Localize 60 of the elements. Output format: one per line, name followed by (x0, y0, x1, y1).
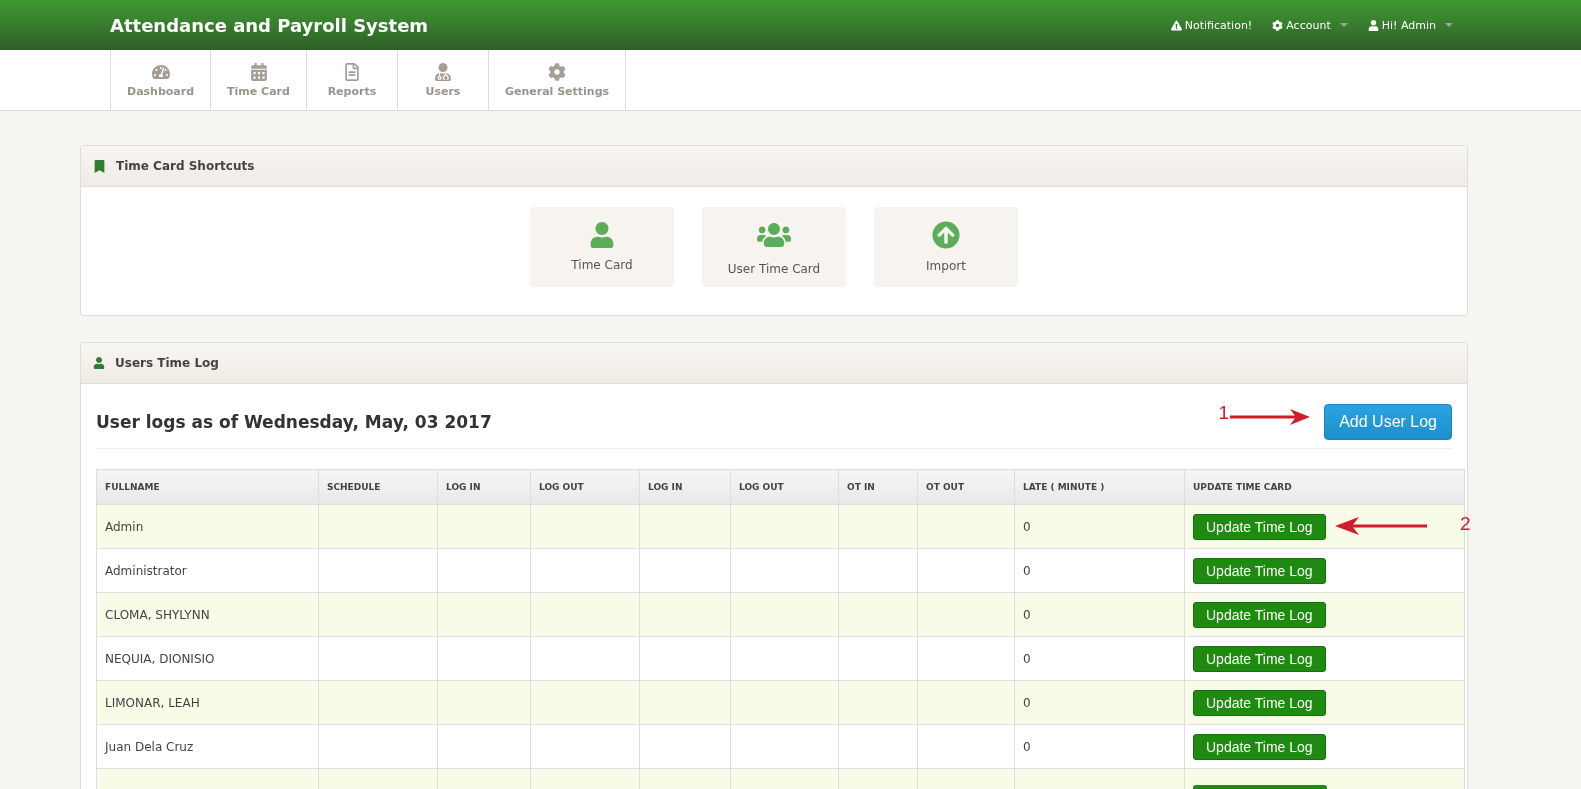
gauge-icon (151, 62, 170, 81)
panel-title: Users Time Log (115, 356, 219, 370)
nav-tab[interactable]: Users (396, 50, 488, 110)
table-cell: Administrator (105, 563, 187, 578)
bookmark-icon (93, 159, 106, 173)
column-header: LOG OUT (530, 469, 640, 505)
user-icon (1367, 19, 1379, 31)
nav-tab[interactable]: Dashboard (110, 50, 211, 110)
caret-icon (1339, 23, 1348, 27)
log-heading: User logs as of Wednesday, May, 03 2017 (96, 412, 492, 432)
warning-icon (1170, 19, 1182, 31)
column-header: UPDATE TIME CARD (1184, 469, 1465, 505)
annotation-number: 2 (1460, 513, 1471, 535)
column-header: LOG IN (639, 469, 731, 505)
document-icon (342, 62, 361, 81)
shortcut-tile[interactable]: Import (874, 207, 1018, 287)
header-menu-item[interactable]: Hi! Admin (1367, 18, 1453, 32)
panel-title: Time Card Shortcuts (116, 159, 255, 173)
update-time-log-button[interactable]: Update Time Log (1193, 557, 1326, 584)
shortcut-tile[interactable]: User Time Card (702, 207, 846, 287)
user-icon (589, 222, 615, 248)
settings-icon (1272, 19, 1284, 31)
column-header: FULLNAME (96, 469, 319, 505)
update-time-log-button[interactable]: Update Time Log (1193, 645, 1326, 672)
table-cell: LIMONAR, LEAH (105, 695, 200, 710)
table-cell: CLOMA, SHYLYNN (105, 607, 210, 622)
column-header: LOG OUT (730, 469, 839, 505)
app-title: Attendance and Payroll System (110, 14, 429, 36)
table-cell: 0 (1023, 563, 1031, 578)
header-menu-item[interactable]: Notification! (1170, 18, 1253, 32)
column-header: OT OUT (917, 469, 1015, 505)
shortcut-tile[interactable]: Time Card (530, 207, 674, 287)
table-cell: Juan Dela Cruz (105, 739, 194, 754)
nav-tab[interactable]: Time Card (210, 50, 306, 110)
column-header: SCHEDULE (318, 469, 438, 505)
nav-tab[interactable]: General Settings (487, 50, 627, 110)
table-cell: 0 (1023, 695, 1031, 710)
table-cell: Admin (105, 519, 144, 534)
table-cell: NEQUIA, DIONISIO (105, 651, 215, 666)
update-time-log-button[interactable]: Update Time Log (1193, 689, 1326, 716)
nav-tab[interactable]: Reports (305, 50, 397, 110)
table-cell: 0 (1023, 651, 1031, 666)
annotation-number: 1 (1218, 402, 1229, 424)
column-header: OT IN (838, 469, 918, 505)
column-header: LOG IN (437, 469, 531, 505)
caret-icon (1445, 23, 1453, 27)
column-header: LATE ( MINUTE ) (1014, 469, 1185, 505)
table-cell: 0 (1023, 739, 1031, 754)
update-time-log-button[interactable]: Update Time Log (1193, 733, 1326, 760)
calendar-icon (249, 62, 268, 81)
settings-icon (548, 62, 566, 81)
update-time-log-button[interactable]: Update Time Log (1193, 513, 1326, 540)
upload-icon (932, 221, 960, 249)
header-menu-item[interactable]: Account (1272, 18, 1348, 32)
user-icon (93, 357, 105, 369)
update-time-log-button[interactable]: Update Time Log (1193, 601, 1326, 628)
table-cell: 0 (1023, 607, 1031, 622)
user-icon (433, 62, 452, 81)
table-cell: 0 (1023, 519, 1031, 534)
add-user-log-button[interactable]: Add User Log (1324, 404, 1452, 440)
